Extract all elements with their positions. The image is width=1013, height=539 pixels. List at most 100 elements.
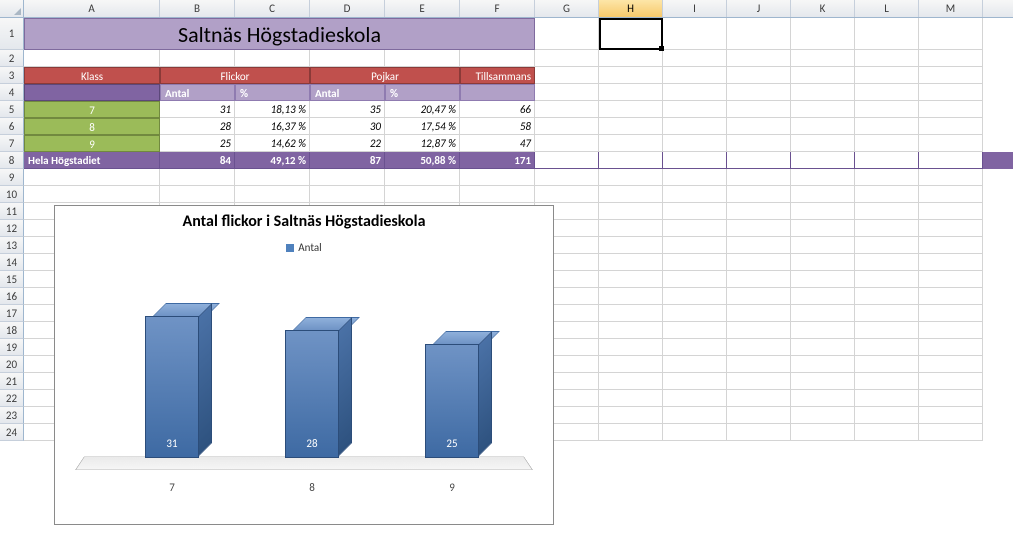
cell[interactable] <box>24 50 160 67</box>
cell[interactable] <box>791 390 855 407</box>
cell[interactable] <box>599 152 663 169</box>
cell[interactable] <box>24 169 160 186</box>
cell[interactable] <box>855 424 919 441</box>
cell[interactable] <box>599 84 663 101</box>
col-header-C[interactable]: C <box>235 0 310 17</box>
cell[interactable] <box>919 390 983 407</box>
cell[interactable] <box>919 305 983 322</box>
cell[interactable] <box>663 186 727 203</box>
cell[interactable] <box>599 220 663 237</box>
data-cell[interactable]: 25 <box>160 135 235 152</box>
cell[interactable] <box>791 271 855 288</box>
cell[interactable] <box>791 18 855 50</box>
cell[interactable] <box>919 220 983 237</box>
cell[interactable] <box>24 186 160 203</box>
total-label[interactable]: Hela Högstadiet <box>24 152 160 169</box>
col-header-G[interactable]: G <box>535 0 599 17</box>
cell[interactable] <box>855 135 919 152</box>
data-cell[interactable]: 28 <box>160 118 235 135</box>
cell[interactable] <box>919 339 983 356</box>
cell[interactable] <box>663 390 727 407</box>
cell[interactable] <box>727 424 791 441</box>
cell[interactable] <box>855 237 919 254</box>
cell[interactable] <box>663 237 727 254</box>
cell[interactable] <box>855 356 919 373</box>
cell[interactable] <box>160 50 235 67</box>
total-cell[interactable]: 50,88 % <box>385 152 460 169</box>
cell[interactable] <box>727 220 791 237</box>
cell[interactable] <box>791 152 855 169</box>
cell[interactable] <box>791 169 855 186</box>
cell[interactable] <box>919 356 983 373</box>
cell[interactable] <box>599 67 663 84</box>
cell[interactable] <box>535 18 599 50</box>
cell[interactable] <box>855 203 919 220</box>
cell[interactable] <box>663 101 727 118</box>
cell[interactable] <box>310 186 385 203</box>
cell[interactable] <box>663 50 727 67</box>
cell[interactable] <box>599 424 663 441</box>
cell[interactable] <box>855 407 919 424</box>
row-header-8[interactable]: 8 <box>0 152 24 169</box>
cell[interactable] <box>599 203 663 220</box>
cell[interactable] <box>535 84 599 101</box>
cell[interactable] <box>599 18 663 50</box>
cell[interactable] <box>599 237 663 254</box>
cell[interactable] <box>855 18 919 50</box>
cell[interactable] <box>919 169 983 186</box>
cell[interactable] <box>855 101 919 118</box>
cell[interactable] <box>791 254 855 271</box>
cell[interactable] <box>599 288 663 305</box>
cell[interactable] <box>791 186 855 203</box>
row-header-22[interactable]: 22 <box>0 390 24 407</box>
cell[interactable] <box>919 271 983 288</box>
cell[interactable] <box>663 18 727 50</box>
cell[interactable] <box>599 169 663 186</box>
col-header-E[interactable]: E <box>385 0 460 17</box>
row-header-16[interactable]: 16 <box>0 288 24 305</box>
cell[interactable] <box>919 254 983 271</box>
cell[interactable] <box>727 305 791 322</box>
row-header-5[interactable]: 5 <box>0 101 24 118</box>
row-header-19[interactable]: 19 <box>0 339 24 356</box>
cell[interactable] <box>599 305 663 322</box>
subheader-antal[interactable]: Antal <box>160 84 235 101</box>
cell[interactable] <box>727 407 791 424</box>
header-pojkar[interactable]: Pojkar <box>310 67 460 84</box>
cell[interactable] <box>727 288 791 305</box>
cell[interactable] <box>663 424 727 441</box>
row-header-20[interactable]: 20 <box>0 356 24 373</box>
cell[interactable] <box>235 169 310 186</box>
klass-cell[interactable]: 8 <box>24 118 160 135</box>
cell[interactable] <box>919 84 983 101</box>
row-header-7[interactable]: 7 <box>0 135 24 152</box>
cell[interactable] <box>160 186 235 203</box>
cell[interactable] <box>919 424 983 441</box>
subheader-antal[interactable]: Antal <box>310 84 385 101</box>
cell[interactable] <box>727 18 791 50</box>
row-header-10[interactable]: 10 <box>0 186 24 203</box>
cell[interactable] <box>919 18 983 50</box>
cell[interactable] <box>599 271 663 288</box>
data-cell[interactable]: 17,54 % <box>385 118 460 135</box>
cell[interactable] <box>535 50 599 67</box>
cell[interactable] <box>855 50 919 67</box>
cell[interactable] <box>727 237 791 254</box>
cell[interactable] <box>663 339 727 356</box>
cell[interactable] <box>663 169 727 186</box>
cell[interactable] <box>599 339 663 356</box>
row-header-2[interactable]: 2 <box>0 50 24 67</box>
cell[interactable] <box>663 135 727 152</box>
cell[interactable] <box>791 322 855 339</box>
cell[interactable] <box>599 356 663 373</box>
cell[interactable] <box>791 67 855 84</box>
row-header-24[interactable]: 24 <box>0 424 24 441</box>
cell[interactable] <box>919 288 983 305</box>
cell[interactable] <box>855 373 919 390</box>
cell[interactable] <box>727 67 791 84</box>
cell[interactable] <box>385 186 460 203</box>
col-header-F[interactable]: F <box>460 0 535 17</box>
row-header-11[interactable]: 11 <box>0 203 24 220</box>
cell[interactable] <box>235 186 310 203</box>
cell[interactable] <box>855 67 919 84</box>
